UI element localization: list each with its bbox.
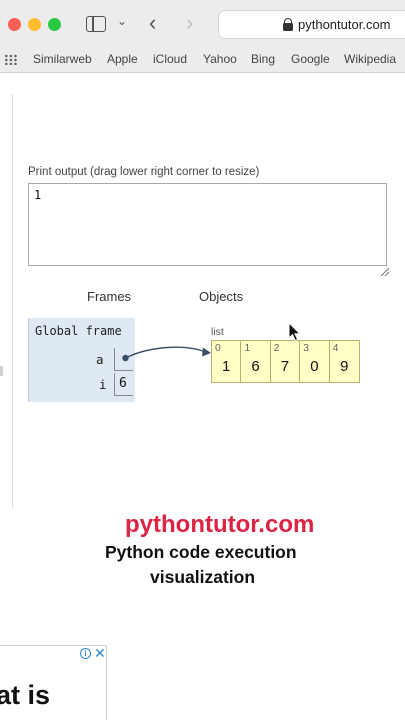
list-cell: 4 9 <box>330 341 359 382</box>
divider-mark <box>0 366 3 376</box>
sidebar-toggle-icon[interactable] <box>86 16 106 32</box>
chevron-down-icon[interactable]: ⌄ <box>117 14 127 28</box>
list-index: 3 <box>303 342 310 354</box>
screen: ⌄ ‹ › pythontutor.com Similarweb Apple i… <box>0 0 405 720</box>
close-window-button[interactable] <box>8 18 21 31</box>
global-frame-title: Global frame <box>35 324 122 338</box>
address-text: pythontutor.com <box>298 17 391 32</box>
list-index: 1 <box>244 342 251 354</box>
caption-line-2: visualization <box>150 567 256 587</box>
print-output-text: 1 <box>34 188 42 202</box>
variable-value: 6 <box>119 376 127 391</box>
forward-arrow-icon[interactable]: › <box>186 10 193 36</box>
variable-value-cell <box>114 348 133 371</box>
bookmark-wikipedia[interactable]: Wikipedia <box>344 52 396 66</box>
back-arrow-icon[interactable]: ‹ <box>149 10 156 36</box>
bookmark-icloud[interactable]: iCloud <box>153 52 187 66</box>
objects-header: Objects <box>199 289 244 304</box>
ad-info-icon[interactable]: i <box>80 648 91 659</box>
list-cell: 2 7 <box>271 341 301 382</box>
ad-text: at is <box>0 680 51 710</box>
caption-line-1: Python code execution <box>105 542 297 562</box>
list-value: 0 <box>310 358 319 375</box>
ad-banner[interactable]: i ✕ at is <box>0 645 107 720</box>
address-bar[interactable]: pythontutor.com <box>218 10 405 39</box>
resize-grip-icon[interactable] <box>381 268 389 276</box>
bookmark-similarweb[interactable]: Similarweb <box>33 52 92 66</box>
bookmarks-bar: Similarweb Apple iCloud Yahoo Bing Googl… <box>0 48 405 73</box>
list-value: 6 <box>251 358 260 375</box>
bookmark-bing[interactable]: Bing <box>251 52 275 66</box>
list-value: 1 <box>222 358 231 375</box>
mouse-cursor-icon <box>288 322 302 342</box>
list-value: 7 <box>280 358 290 375</box>
list-cell: 3 0 <box>300 341 330 382</box>
list-cell: 0 1 <box>212 341 242 382</box>
brand-title: pythontutor.com <box>125 511 315 538</box>
variable-name: a <box>96 352 104 367</box>
list-value: 9 <box>340 358 349 375</box>
minimize-window-button[interactable] <box>28 18 41 31</box>
list-index: 4 <box>332 342 339 354</box>
print-output-box[interactable]: 1 <box>28 183 387 266</box>
bookmark-google[interactable]: Google <box>291 52 330 66</box>
frames-header: Frames <box>87 289 132 304</box>
list-type-label: list <box>211 326 224 338</box>
lock-icon <box>283 18 293 32</box>
zoom-window-button[interactable] <box>48 18 61 31</box>
bookmark-yahoo[interactable]: Yahoo <box>203 52 237 66</box>
list-object: 0 1 1 6 2 7 3 0 4 9 <box>211 340 360 383</box>
close-icon[interactable]: ✕ <box>94 645 106 662</box>
list-index: 0 <box>215 342 221 354</box>
variable-name: i <box>99 377 107 392</box>
list-cell: 1 6 <box>241 341 271 382</box>
browser-toolbar: ⌄ ‹ › pythontutor.com <box>0 0 405 48</box>
bookmark-apple[interactable]: Apple <box>107 52 138 66</box>
print-output-label: Print output (drag lower right corner to… <box>28 166 260 178</box>
global-frame: Global frame a i 6 <box>28 318 135 402</box>
apps-grid-icon[interactable] <box>4 54 18 65</box>
list-index: 2 <box>273 342 280 354</box>
divider <box>12 94 13 508</box>
variable-value-cell: 6 <box>114 373 133 396</box>
